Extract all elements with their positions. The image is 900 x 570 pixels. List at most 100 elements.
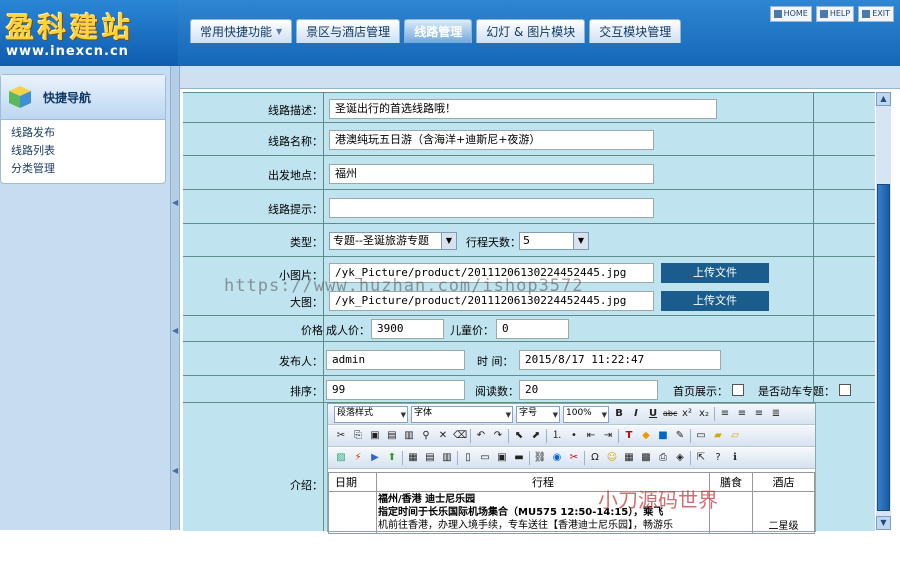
ordered-list-icon[interactable]: ⒈ xyxy=(550,429,564,443)
italic-icon[interactable]: I xyxy=(629,407,643,421)
subscript-icon[interactable]: x₂ xyxy=(697,407,711,421)
symbol-icon[interactable]: Ω xyxy=(588,451,602,465)
tab-route-management[interactable]: 线路管理 xyxy=(404,19,473,43)
select-value: 字号 xyxy=(519,407,538,418)
strikethrough-icon[interactable]: abc xyxy=(663,407,677,421)
unlink-icon[interactable]: ✂ xyxy=(567,451,581,465)
select-all-icon[interactable]: ⬉ xyxy=(512,429,526,443)
superscript-icon[interactable]: x² xyxy=(680,407,694,421)
home-link[interactable]: HOME xyxy=(769,6,812,22)
table-row-icon[interactable]: ▤ xyxy=(423,451,437,465)
highlight-icon[interactable]: ◆ xyxy=(639,429,653,443)
media-icon[interactable]: ▶ xyxy=(368,451,382,465)
cut-icon[interactable]: ✂ xyxy=(334,429,348,443)
date-icon[interactable]: ▦ xyxy=(622,451,636,465)
scroll-down-icon[interactable]: ▼ xyxy=(876,516,891,530)
sidebar-item-route-list[interactable]: 线路列表 xyxy=(1,142,165,160)
font-select[interactable]: 字体 ▼ xyxy=(411,405,513,423)
flash-icon[interactable]: ⚡ xyxy=(351,451,365,465)
home-show-checkbox[interactable] xyxy=(732,384,744,396)
sidebar-item-category-management[interactable]: 分类管理 xyxy=(1,160,165,178)
tab-interaction[interactable]: 交互模块管理 xyxy=(589,19,682,43)
find-icon[interactable]: ⚲ xyxy=(419,429,433,443)
origin-input[interactable]: 福州 xyxy=(329,164,654,184)
file-icon[interactable]: ⬆ xyxy=(385,451,399,465)
upload-large-image-button[interactable]: 上传文件 xyxy=(661,291,769,311)
paste-word-icon[interactable]: ▥ xyxy=(402,429,416,443)
content-scrollbar[interactable]: ▲ ▼ xyxy=(876,92,891,530)
link-icon[interactable]: ⛓ xyxy=(533,451,547,465)
pointer-icon[interactable]: ⬈ xyxy=(529,429,543,443)
type-select[interactable]: 专题--圣诞旅游专题 ▼ xyxy=(329,232,457,250)
gallery-icon[interactable]: ▩ xyxy=(639,451,653,465)
days-select[interactable]: 5 ▼ xyxy=(519,232,589,250)
undo-icon[interactable]: ↶ xyxy=(474,429,488,443)
exit-link[interactable]: EXIT xyxy=(858,6,894,22)
format-brush-icon[interactable]: ✎ xyxy=(673,429,687,443)
sidebar-item-publish-route[interactable]: 线路发布 xyxy=(1,124,165,142)
info-icon[interactable]: ℹ xyxy=(728,451,742,465)
train-topic-checkbox[interactable] xyxy=(839,384,851,396)
help-link[interactable]: HELP xyxy=(815,6,855,22)
delete-icon[interactable]: ✕ xyxy=(436,429,450,443)
outdent-icon[interactable]: ⇤ xyxy=(584,429,598,443)
print-icon[interactable]: ⎙ xyxy=(656,451,670,465)
eraser-icon[interactable]: ⌫ xyxy=(453,429,467,443)
align-right-icon[interactable]: ≡ xyxy=(752,407,766,421)
input-icon[interactable]: ▬ xyxy=(512,451,526,465)
align-left-icon[interactable]: ≡ xyxy=(718,407,732,421)
scroll-thumb[interactable] xyxy=(877,184,890,511)
rich-text-editor[interactable]: 段落样式 ▼ 字体 ▼ 字号 ▼ 100% ▼ B I U abc x² x₂ ≡ ≡ … xyxy=(327,403,816,534)
page-icon[interactable]: ▯ xyxy=(461,451,475,465)
redo-icon[interactable]: ↷ xyxy=(491,429,505,443)
time-input[interactable]: 2015/8/17 11:22:47 xyxy=(519,350,721,370)
adult-price-input[interactable]: 3900 xyxy=(371,319,444,339)
zoom-select[interactable]: 100% ▼ xyxy=(563,405,609,423)
background-color-icon[interactable]: ■ xyxy=(656,429,670,443)
sidebar-splitter[interactable]: ◀ ◀ ◀ xyxy=(170,66,180,530)
unordered-list-icon[interactable]: • xyxy=(567,429,581,443)
table-icon[interactable]: ▦ xyxy=(406,451,420,465)
adult-price-label: 成人价： xyxy=(326,324,370,337)
tab-scenic-hotel[interactable]: 景区与酒店管理 xyxy=(296,19,401,43)
paste-icon[interactable]: ▣ xyxy=(368,429,382,443)
description-input[interactable]: 圣诞出行的首选线路哦！ xyxy=(329,99,717,119)
globe-icon[interactable]: ◉ xyxy=(550,451,564,465)
route-name-input[interactable]: 港澳纯玩五日游（含海洋+迪斯尼+夜游） xyxy=(329,130,654,150)
copy-icon[interactable]: ⎘ xyxy=(351,429,365,443)
tab-slides-images[interactable]: 幻灯 & 图片模块 xyxy=(476,19,586,43)
font-size-select[interactable]: 字号 ▼ xyxy=(516,405,560,423)
paste-text-icon[interactable]: ▤ xyxy=(385,429,399,443)
collapse-arrow-icon[interactable]: ◀ xyxy=(172,466,178,476)
scroll-up-icon[interactable]: ▲ xyxy=(876,92,891,106)
collapse-arrow-icon[interactable]: ◀ xyxy=(172,198,178,208)
publisher-input[interactable]: admin xyxy=(326,350,465,370)
child-price-input[interactable]: 0 xyxy=(496,319,569,339)
underline-icon[interactable]: U xyxy=(646,407,660,421)
text-color-icon[interactable]: T xyxy=(622,429,636,443)
align-center-icon[interactable]: ≡ xyxy=(735,407,749,421)
emoticon-icon[interactable]: ☺ xyxy=(605,451,619,465)
help-icon[interactable]: ? xyxy=(711,451,725,465)
tab-shortcuts[interactable]: 常用快捷功能 ▼ xyxy=(190,19,293,43)
reads-input[interactable]: 20 xyxy=(519,380,658,400)
table-col-icon[interactable]: ▥ xyxy=(440,451,454,465)
editor-toolbar-row-3: ▨ ⚡ ▶ ⬆ ▦ ▤ ▥ ▯ ▭ ▣ ▬ ⛓ ◉ ✂ Ω ☺ ▦ ▩ ⎙ ◈ … xyxy=(328,448,815,469)
indent-icon[interactable]: ⇥ xyxy=(601,429,615,443)
tip-input[interactable] xyxy=(329,198,654,218)
paragraph-style-select[interactable]: 段落样式 ▼ xyxy=(334,405,408,423)
upload-small-image-button[interactable]: 上传文件 xyxy=(661,263,769,283)
bold-icon[interactable]: B xyxy=(612,407,626,421)
chevron-down-icon: ▼ xyxy=(573,233,588,249)
chart-icon[interactable]: ◈ xyxy=(673,451,687,465)
template-icon[interactable]: ▭ xyxy=(478,451,492,465)
image-icon[interactable]: ▨ xyxy=(334,451,348,465)
justify-icon[interactable]: ≣ xyxy=(769,407,783,421)
collapse-arrow-icon[interactable]: ◀ xyxy=(172,326,178,336)
layer-icon[interactable]: ▱ xyxy=(728,429,742,443)
order-input[interactable]: 99 xyxy=(326,380,465,400)
export-icon[interactable]: ⇱ xyxy=(694,451,708,465)
comment-icon[interactable]: ▰ xyxy=(711,429,725,443)
fullscreen-icon[interactable]: ▭ xyxy=(694,429,708,443)
form-icon[interactable]: ▣ xyxy=(495,451,509,465)
